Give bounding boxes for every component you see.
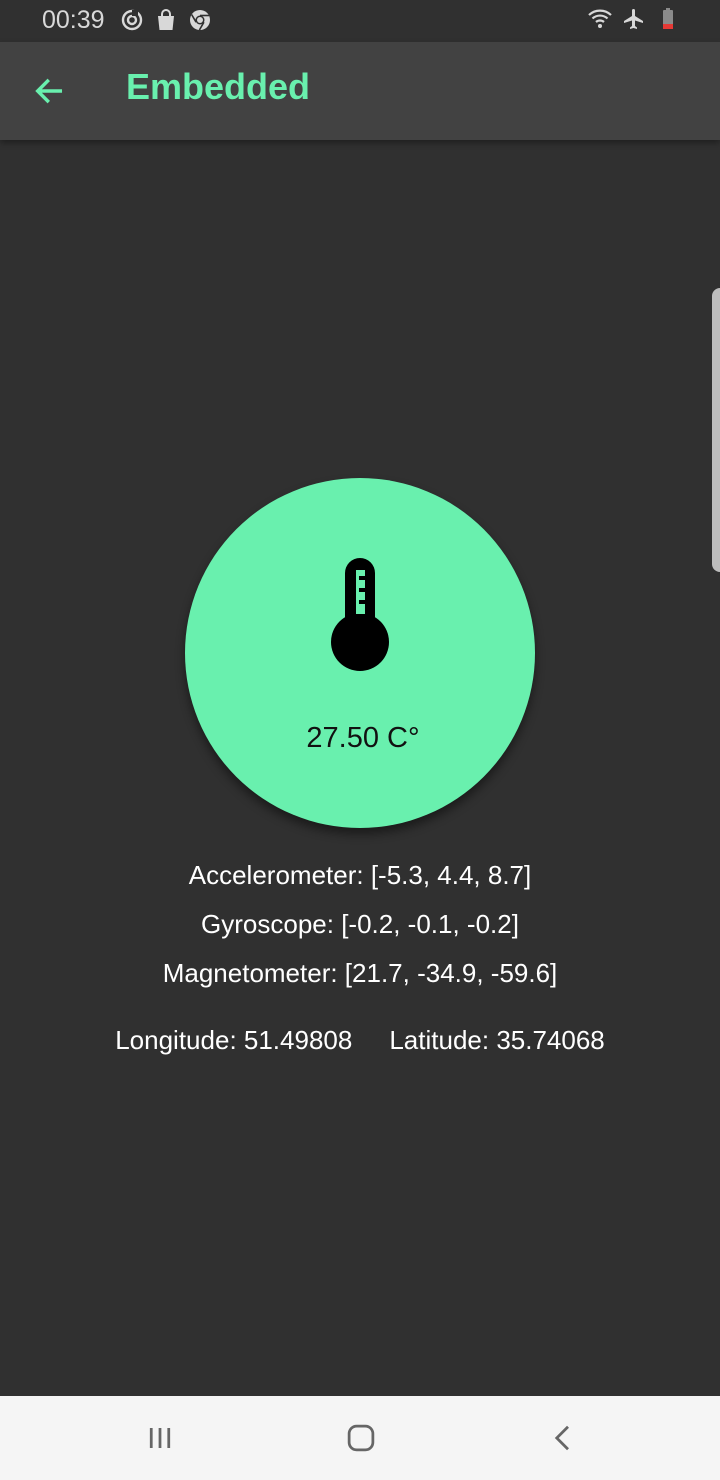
status-icons-left [120, 8, 212, 32]
temperature-card: 27.50 C° [185, 478, 535, 828]
app-bar: Embedded [0, 42, 720, 140]
system-nav-bar [0, 1396, 720, 1480]
home-icon [347, 1424, 375, 1452]
scroll-indicator[interactable] [712, 288, 720, 572]
recents-icon [149, 1428, 171, 1448]
nav-back-button[interactable] [539, 1414, 587, 1462]
battery-level [663, 24, 673, 29]
battery-low-icon [663, 8, 673, 29]
back-icon [554, 1425, 569, 1451]
wifi-icon [588, 9, 612, 28]
gyroscope-reading: Gyroscope: [-0.2, -0.1, -0.2] [201, 909, 519, 939]
longitude-reading: Longitude: 51.49808 [115, 1025, 353, 1055]
accelerometer-reading: Accelerometer: [-5.3, 4.4, 8.7] [188, 860, 532, 890]
screen: 00:39 Embedded 27.50 C° Accelerometer: [… [0, 0, 720, 1480]
home-button[interactable] [337, 1414, 385, 1462]
airplane-icon [624, 9, 643, 29]
arrow-left-icon [35, 78, 63, 104]
status-bar: 00:39 [0, 0, 720, 42]
bag-icon [158, 9, 174, 30]
chrome-icon [190, 10, 210, 31]
thermometer-icon [331, 558, 389, 671]
location-row: Longitude: 51.49808 Latitude: 35.74068 [0, 1025, 720, 1056]
back-button[interactable] [22, 64, 76, 118]
magnetometer-reading: Magnetometer: [21.7, -34.9, -59.6] [162, 958, 558, 988]
status-time: 00:39 [42, 6, 105, 34]
temperature-value: 27.50 C° [306, 722, 420, 754]
sync-icon [121, 9, 143, 31]
recents-button[interactable] [136, 1414, 184, 1462]
status-icons-right [588, 7, 680, 31]
page-title: Embedded [126, 66, 311, 107]
latitude-reading: Latitude: 35.74068 [389, 1025, 605, 1055]
